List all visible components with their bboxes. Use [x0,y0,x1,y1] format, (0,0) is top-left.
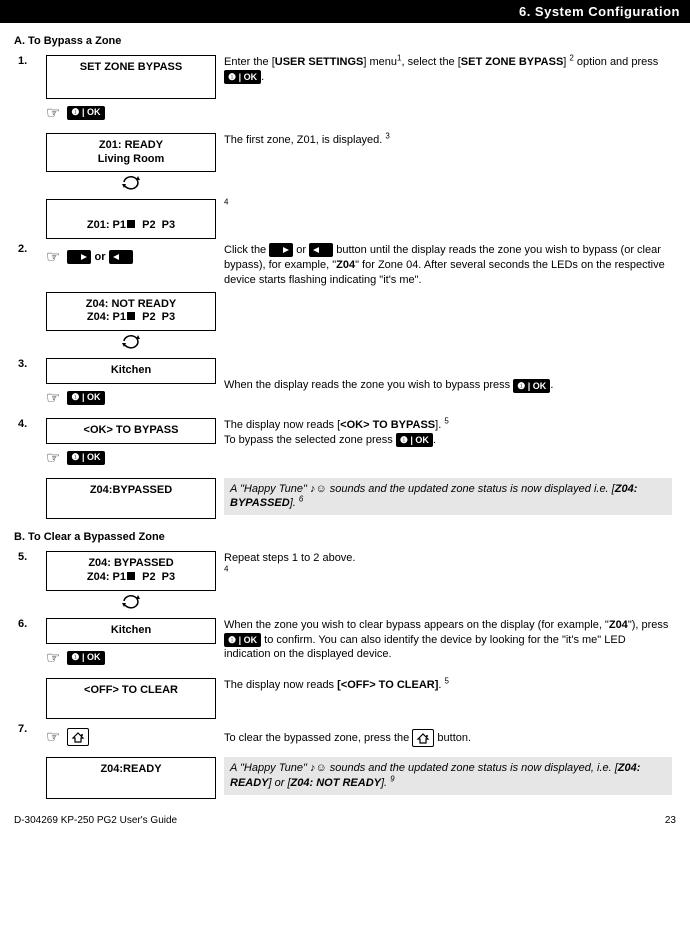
press-ok-action: ☞ ❶ | OK [46,644,216,674]
step-desc: Enter the [USER SETTINGS] menu1, select … [220,53,676,131]
display-box: Z04:BYPASSED [46,478,216,520]
away-button-icon [412,729,434,747]
hand-icon: ☞ [46,105,60,122]
press-ok-action: ☞ ❶ | OK [46,444,216,474]
step-num: 1. [14,53,42,131]
display-box: SET ZONE BYPASS [46,55,216,99]
step-num: 2. [14,241,42,290]
step-desc: 4 [220,197,676,241]
result-note: A "Happy Tune" ♪☺ sounds and the updated… [224,478,672,516]
tune-icon: ♪☺ [310,762,327,774]
display-box: Z04: NOT READY Z04: P1 P2 P3 [46,292,216,332]
display-box: Kitchen [46,358,216,384]
section-b-title: B. To Clear a Bypassed Zone [14,531,676,543]
arrow-action: ☞ or [46,243,216,273]
arrow-right-icon [269,243,293,257]
step-desc: To clear the bypassed zone, press the bu… [220,721,676,755]
away-button-icon [67,728,89,746]
steps-table-b: 5. Z04: BYPASSED Z04: P1 P2 P3 Repeat st… [14,549,676,801]
display-box: Kitchen [46,618,216,644]
page-content: A. To Bypass a Zone 1. SET ZONE BYPASS ☞… [0,23,690,809]
display-box: <OK> TO BYPASS [46,418,216,444]
arrow-left-icon [309,243,333,257]
step-desc: The display now reads [<OK> TO BYPASS]. … [220,416,676,476]
display-box: Z04:READY [46,757,216,799]
page-footer: D-304269 KP-250 PG2 User's Guide 23 [0,809,690,836]
cycle-icon [46,591,216,614]
ok-button-icon: ❶ | OK [67,451,104,465]
display-box: <OFF> TO CLEAR [46,678,216,720]
step-desc: Repeat steps 1 to 2 above.4 [220,549,676,616]
press-away-action: ☞ [46,723,216,753]
chapter-header: 6. System Configuration [0,0,690,23]
display-box: Z01: READY Living Room [46,133,216,173]
hand-icon: ☞ [46,650,60,667]
step-desc: When the zone you wish to clear bypass a… [220,616,676,676]
ok-button-icon: ❶ | OK [67,651,104,665]
ok-button-icon: ❶ | OK [396,433,433,447]
chapter-title: 6. System Configuration [519,4,680,19]
arrow-right-icon [67,250,91,264]
tune-icon: ♪☺ [310,483,327,495]
hand-icon: ☞ [46,450,60,467]
hand-icon: ☞ [46,390,60,407]
ok-button-icon: ❶ | OK [67,106,104,120]
cycle-icon [46,331,216,354]
result-note: A "Happy Tune" ♪☺ sounds and the updated… [224,757,672,795]
step-num: 7. [14,721,42,755]
ok-button-icon: ❶ | OK [67,391,104,405]
display-box: Z04: BYPASSED Z04: P1 P2 P3 [46,551,216,591]
press-ok-action: ☞ ❶ | OK [46,384,216,414]
press-ok-action: ☞ ❶ | OK [46,99,216,129]
step-num: 4. [14,416,42,476]
footer-doc-title: D-304269 KP-250 PG2 User's Guide [14,815,177,826]
section-a-title: A. To Bypass a Zone [14,35,676,47]
step-num: 3. [14,356,42,416]
step-desc: When the display reads the zone you wish… [220,356,676,416]
step-desc: The first zone, Z01, is displayed. 3 [220,131,676,198]
cycle-icon [46,172,216,195]
ok-button-icon: ❶ | OK [224,70,261,84]
display-box: Z01: P1 P2 P3 [46,199,216,239]
hand-icon: ☞ [46,729,60,746]
step-num: 6. [14,616,42,676]
footer-page-number: 23 [665,815,676,826]
steps-table-a: 1. SET ZONE BYPASS ☞ ❶ | OK Enter the [U… [14,53,676,521]
ok-button-icon: ❶ | OK [513,379,550,393]
step-num: 5. [14,549,42,616]
ok-button-icon: ❶ | OK [224,633,261,647]
step-desc: Click the or button until the display re… [220,241,676,290]
arrow-left-icon [109,250,133,264]
step-desc: The display now reads [<OFF> TO CLEAR]. … [220,676,676,722]
hand-icon: ☞ [46,249,60,266]
